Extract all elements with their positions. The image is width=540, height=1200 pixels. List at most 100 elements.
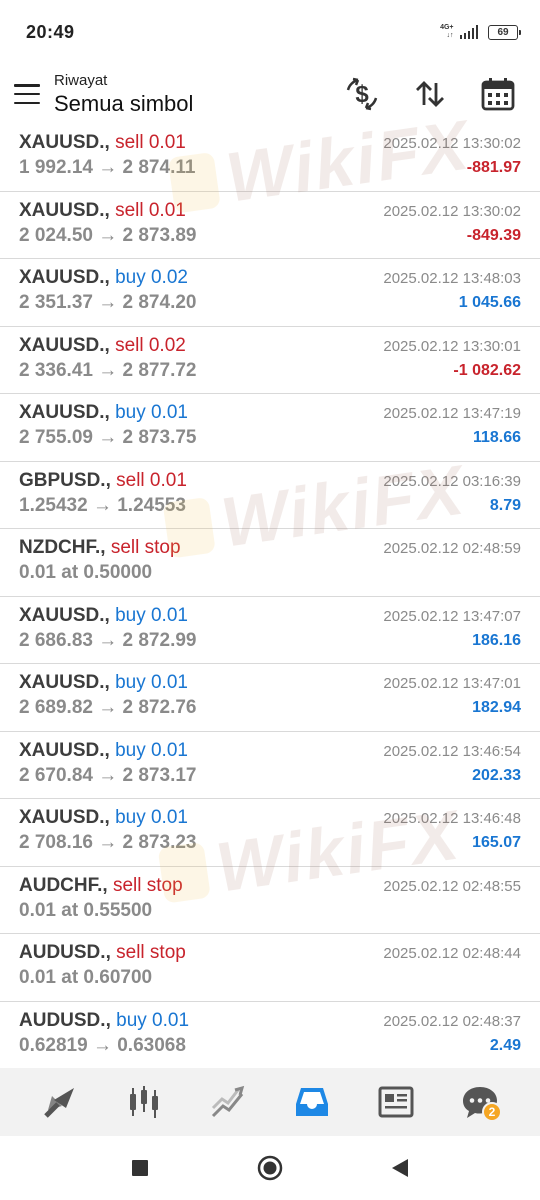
title-block: Riwayat Semua simbol: [54, 72, 340, 117]
row-date: 2025.02.12 13:30:02: [383, 135, 521, 152]
row-prices: 2 689.82 → 2 872.76: [19, 697, 197, 718]
row-prices: 2 024.50 → 2 873.89: [19, 224, 197, 246]
network-type: 4G+ ↓↑: [440, 24, 454, 39]
row-separator: ,: [104, 739, 116, 761]
history-row[interactable]: XAUUSD., buy 0.01 2 686.83 → 2 872.99 2025…: [0, 597, 540, 664]
row-profit: -1 082.62: [453, 361, 521, 379]
status-icons: 4G+ ↓↑ 69: [440, 24, 521, 40]
row-date: 2025.02.12 02:48:44: [383, 945, 521, 962]
status-bar: 20:49 4G+ ↓↑ 69: [0, 0, 540, 64]
row-profit: 118.66: [472, 429, 521, 446]
row-prices: 2 755.09 → 2 873.75: [19, 427, 197, 448]
row-title: XAUUSD., buy 0.01: [19, 605, 188, 627]
row-action: sell 0.02: [115, 334, 186, 356]
system-nav: [0, 1136, 540, 1200]
menu-icon[interactable]: [14, 84, 40, 104]
row-separator: ,: [105, 469, 117, 491]
chart-icon[interactable]: [116, 1074, 172, 1130]
row-separator: ,: [105, 1009, 117, 1031]
row-date: 2025.02.12 13:47:07: [383, 607, 521, 625]
row-action: buy 0.01: [115, 604, 188, 626]
row-date: 2025.02.12 03:16:39: [383, 472, 521, 490]
row-title: XAUUSD., buy 0.01: [19, 402, 188, 424]
history-row[interactable]: AUDCHF., sell stop 0.01 at 0.55500 2025.02…: [0, 867, 540, 934]
row-action: sell 0.01: [115, 199, 186, 221]
recents-icon[interactable]: [120, 1148, 160, 1188]
row-title: XAUUSD., buy 0.02: [19, 267, 188, 289]
history-row[interactable]: XAUUSD., buy 0.01 2 755.09 → 2 873.75 2025…: [0, 394, 540, 462]
row-symbol: XAUUSD.: [19, 604, 105, 626]
row-prices: 2 670.84 → 2 873.17: [19, 764, 197, 786]
news-icon[interactable]: [368, 1074, 424, 1130]
row-symbol: AUDUSD.: [19, 1009, 106, 1031]
row-prices: 2 708.16 → 2 873.23: [19, 832, 197, 853]
row-prices: 1 992.14 → 2 874.11: [19, 157, 196, 178]
row-date: 2025.02.12 02:48:37: [383, 1012, 521, 1030]
toolbar-subtitle: Riwayat: [54, 71, 108, 89]
row-title: XAUUSD., buy 0.01: [19, 740, 188, 762]
row-action: sell 0.01: [115, 132, 186, 153]
app-toolbar: Riwayat Semua simbol $: [0, 64, 540, 124]
row-symbol: XAUUSD.: [19, 739, 105, 761]
sort-icon[interactable]: [408, 72, 452, 116]
row-profit: -881.97: [466, 159, 521, 176]
row-title: XAUUSD., buy 0.01: [19, 672, 188, 694]
row-prices: 0.01 at 0.50000: [19, 562, 153, 583]
battery-icon: 69: [488, 24, 521, 40]
row-symbol: XAUUSD.: [19, 807, 105, 828]
history-row[interactable]: XAUUSD., buy 0.02 2 351.37 → 2 874.20 2025…: [0, 259, 540, 327]
row-profit: 186.16: [472, 631, 521, 649]
row-symbol: GBPUSD.: [19, 469, 106, 491]
toolbar-title[interactable]: Semua simbol: [54, 91, 340, 117]
row-prices: 2 336.41 → 2 877.72: [19, 359, 197, 381]
row-symbol: XAUUSD.: [19, 267, 105, 288]
row-symbol: AUDUSD.: [19, 942, 106, 963]
history-row[interactable]: XAUUSD., buy 0.01 2 708.16 → 2 873.23 2025…: [0, 799, 540, 867]
history-row[interactable]: XAUUSD., buy 0.01 2 670.84 → 2 873.17 2025…: [0, 732, 540, 799]
row-title: NZDCHF., sell stop: [19, 537, 181, 559]
row-action: buy 0.02: [115, 267, 188, 288]
row-profit: 1 045.66: [458, 294, 521, 311]
row-action: sell 0.01: [116, 469, 187, 491]
history-row[interactable]: NZDCHF., sell stop 0.01 at 0.50000 2025.02…: [0, 529, 540, 597]
history-row[interactable]: XAUUSD., sell 0.01 2 024.50 → 2 873.89 202…: [0, 192, 540, 259]
row-separator: ,: [104, 402, 116, 423]
row-date: 2025.02.12 13:47:19: [383, 405, 521, 422]
row-profit: 182.94: [472, 699, 521, 716]
currency-exchange-icon[interactable]: $: [340, 72, 384, 116]
chat-icon[interactable]: 2: [452, 1074, 508, 1130]
row-separator: ,: [105, 942, 117, 963]
row-separator: ,: [104, 334, 116, 356]
row-date: 2025.02.12 13:47:01: [383, 675, 521, 692]
history-row[interactable]: AUDUSD., sell stop 0.01 at 0.60700 2025.02…: [0, 934, 540, 1002]
history-icon[interactable]: [284, 1074, 340, 1130]
row-symbol: XAUUSD.: [19, 334, 105, 356]
battery-level: 69: [497, 26, 509, 38]
row-prices: 0.01 at 0.60700: [19, 967, 153, 988]
calendar-icon[interactable]: [476, 72, 520, 116]
row-prices: 0.62819 → 0.63068: [19, 1034, 186, 1056]
history-row[interactable]: XAUUSD., buy 0.01 2 689.82 → 2 872.76 2025…: [0, 664, 540, 732]
row-profit: 8.79: [489, 496, 521, 514]
history-row[interactable]: XAUUSD., sell 0.02 2 336.41 → 2 877.72 202…: [0, 327, 540, 394]
row-symbol: NZDCHF.: [19, 537, 101, 558]
row-profit: -849.39: [466, 226, 521, 244]
home-icon[interactable]: [250, 1148, 290, 1188]
row-profit: 202.33: [472, 766, 521, 784]
history-row[interactable]: XAUUSD., sell 0.01 1 992.14 → 2 874.11 202…: [0, 124, 540, 192]
trade-icon[interactable]: [200, 1074, 256, 1130]
history-row[interactable]: AUDUSD., buy 0.01 0.62819 → 0.63068 2025.0…: [0, 1002, 540, 1069]
row-separator: ,: [104, 604, 116, 626]
history-row[interactable]: GBPUSD., sell 0.01 1.25432 → 1.24553 2025.…: [0, 462, 540, 529]
row-symbol: XAUUSD.: [19, 672, 105, 693]
signal-icon: [459, 25, 478, 39]
row-separator: ,: [100, 537, 111, 558]
row-action: buy 0.01: [115, 739, 188, 761]
back-icon[interactable]: [380, 1148, 420, 1188]
row-action: sell stop: [116, 942, 186, 963]
row-date: 2025.02.12 13:46:54: [383, 742, 521, 760]
quotes-icon[interactable]: [32, 1074, 88, 1130]
history-list: XAUUSD., sell 0.01 1 992.14 → 2 874.11 202…: [0, 124, 540, 1069]
row-title: XAUUSD., sell 0.01: [19, 200, 186, 222]
row-date: 2025.02.12 13:30:01: [383, 337, 521, 355]
